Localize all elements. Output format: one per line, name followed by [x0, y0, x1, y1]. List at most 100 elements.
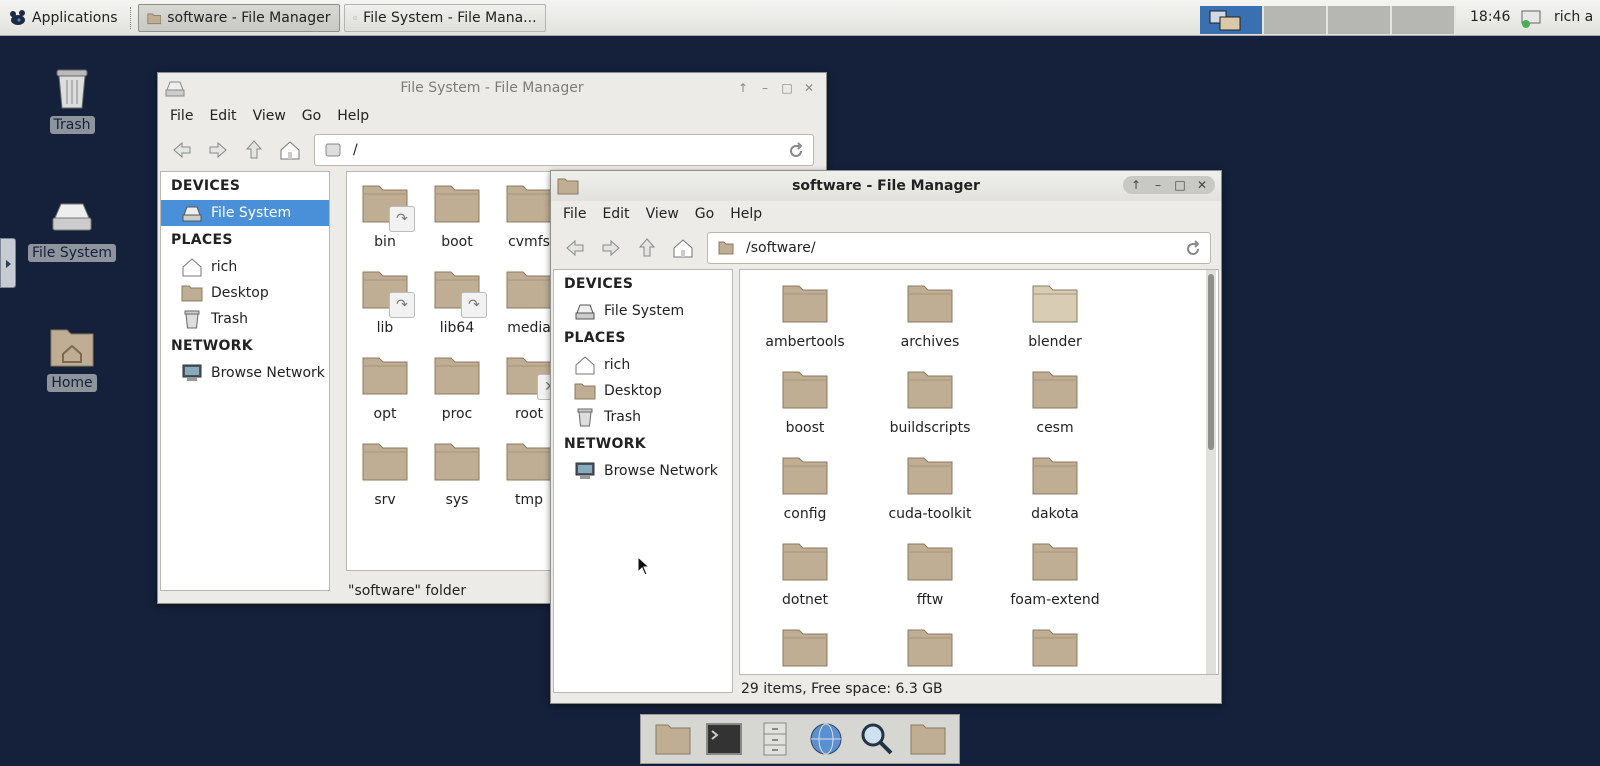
window-minimize-button[interactable]: – [756, 79, 774, 97]
forward-button[interactable] [593, 232, 629, 264]
user-menu[interactable]: rich a [1554, 9, 1593, 25]
clock[interactable]: 18:46 [1470, 9, 1510, 25]
workspace-3[interactable] [1328, 6, 1392, 34]
software-window[interactable]: software - File Manager ↑ – □ ✕ File Edi… [550, 170, 1222, 704]
file-icon-view[interactable]: foam-extend fftw dotnet dakota cuda-toolkit c… [739, 269, 1219, 675]
workspace-2[interactable] [1264, 6, 1328, 34]
dock-search[interactable] [855, 719, 899, 759]
folder-item[interactable]: ambertools [755, 282, 855, 350]
folder-item[interactable]: opt [347, 354, 423, 422]
dock-folder[interactable] [906, 719, 950, 759]
window-maximize-button[interactable]: □ [1171, 176, 1189, 194]
sidebar-item-filesystem[interactable]: File System [161, 200, 329, 226]
folder-item[interactable]: archives [880, 282, 980, 350]
desktop-home[interactable]: Home [27, 326, 117, 392]
sidebar-item-trash[interactable]: Trash [554, 404, 732, 430]
reload-icon[interactable] [1184, 240, 1202, 258]
folder-item[interactable]: foam-extend [1005, 540, 1105, 608]
sidebar-item-browse-network[interactable]: Browse Network [554, 458, 732, 484]
folder-item[interactable] [755, 626, 855, 674]
applications-menu-button[interactable]: Applications [0, 3, 126, 33]
folder-item[interactable]: sys [419, 440, 495, 508]
dock-web-browser[interactable] [804, 719, 848, 759]
panel-expand-handle[interactable] [0, 238, 16, 288]
home-button[interactable] [272, 134, 308, 166]
menu-edit[interactable]: Edit [201, 108, 244, 124]
folder-label: boost [785, 420, 825, 436]
back-button[interactable] [164, 134, 200, 166]
network-heading: NETWORK [171, 338, 253, 354]
sidebar-item-filesystem[interactable]: File System [554, 298, 732, 324]
window-titlebar[interactable]: software - File Manager ↑ – □ ✕ [551, 171, 1221, 201]
window-close-button[interactable]: ✕ [1193, 176, 1211, 194]
menu-help[interactable]: Help [722, 206, 770, 222]
folder-label: sys [445, 492, 469, 508]
network-status-icon[interactable] [1520, 7, 1542, 29]
reload-icon[interactable] [787, 142, 805, 160]
location-bar[interactable]: / [314, 134, 814, 166]
folder-item[interactable]: buildscripts [880, 368, 980, 436]
folder-item[interactable]: cuda-toolkit [880, 454, 980, 522]
up-button[interactable] [236, 134, 272, 166]
dock-file-cabinet[interactable] [753, 719, 797, 759]
menu-file[interactable]: File [555, 206, 594, 222]
folder-item[interactable] [1005, 626, 1105, 674]
folder-item[interactable]: fftw [880, 540, 980, 608]
window-minimize-button[interactable]: – [1149, 176, 1167, 194]
menu-help[interactable]: Help [329, 108, 377, 124]
vertical-scrollbar[interactable] [1206, 270, 1216, 674]
sidebar-item-label: File System [211, 205, 292, 221]
scrollbar-thumb[interactable] [1208, 274, 1214, 450]
sidebar-item-desktop[interactable]: Desktop [161, 280, 329, 306]
window-shade-button[interactable]: ↑ [1127, 176, 1145, 194]
home-button[interactable] [665, 232, 701, 264]
desktop-filesystem[interactable]: File System [27, 196, 117, 262]
taskbar-software-window[interactable]: software - File Manager [137, 3, 340, 32]
window-maximize-button[interactable]: □ [778, 79, 796, 97]
folder-item[interactable]: srv [347, 440, 423, 508]
workspace-4[interactable] [1392, 6, 1456, 34]
taskbar-filesystem-window[interactable]: File System - File Mana... [343, 3, 546, 32]
folder-item[interactable]: ↷ bin [347, 182, 423, 250]
folder-item[interactable]: ↷ lib [347, 268, 423, 336]
sidebar-item-browse-network[interactable]: Browse Network [161, 360, 329, 386]
workspace-1[interactable] [1200, 6, 1264, 34]
home-icon [673, 239, 693, 258]
location-path: / [353, 142, 358, 158]
folder-item[interactable]: ↷ lib64 [419, 268, 495, 336]
menu-view[interactable]: View [245, 108, 294, 124]
window-close-button[interactable]: ✕ [800, 79, 818, 97]
menu-file[interactable]: File [162, 108, 201, 124]
window-titlebar[interactable]: File System - File Manager ↑ – □ ✕ [158, 73, 826, 103]
location-bar[interactable]: /software/ [707, 232, 1211, 264]
folder-item[interactable]: dotnet [755, 540, 855, 608]
file-manager-icon [655, 724, 690, 755]
sidebar-item-trash[interactable]: Trash [161, 306, 329, 332]
folder-item[interactable]: boost [755, 368, 855, 436]
menu-view[interactable]: View [638, 206, 687, 222]
menu-go[interactable]: Go [294, 108, 329, 124]
sidebar-item-desktop[interactable]: Desktop [554, 378, 732, 404]
folder-item[interactable] [880, 626, 980, 674]
menu-go[interactable]: Go [687, 206, 722, 222]
folder-item[interactable]: boot [419, 182, 495, 250]
dock-terminal[interactable] [702, 719, 746, 759]
sidebar-item-home[interactable]: rich [161, 254, 329, 280]
desktop-trash[interactable]: Trash [27, 62, 117, 134]
up-button[interactable] [629, 232, 665, 264]
folder-item[interactable]: dakota [1005, 454, 1105, 522]
back-button[interactable] [557, 232, 593, 264]
folder-item[interactable]: cesm [1005, 368, 1105, 436]
dock-file-manager[interactable] [651, 719, 695, 759]
folder-item[interactable]: proc [419, 354, 495, 422]
folder-item[interactable]: blender [1005, 282, 1105, 350]
folder-label: media [507, 320, 551, 336]
folder-item[interactable]: config [755, 454, 855, 522]
menu-edit[interactable]: Edit [594, 206, 637, 222]
forward-button[interactable] [200, 134, 236, 166]
window-shade-button[interactable]: ↑ [734, 79, 752, 97]
folder-label: cvmfs [508, 234, 550, 250]
workspace-switcher[interactable] [1200, 6, 1456, 34]
sidebar-item-home[interactable]: rich [554, 352, 732, 378]
folder-label: dotnet [782, 592, 828, 608]
